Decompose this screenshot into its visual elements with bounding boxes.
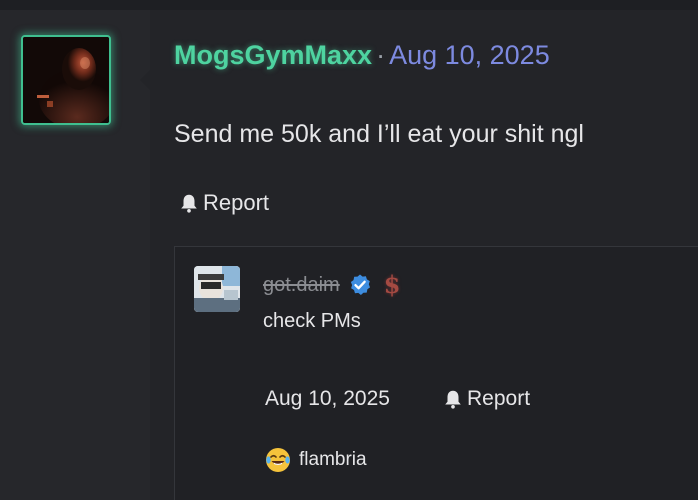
verified-badge-icon — [350, 274, 370, 295]
post-arrow — [140, 70, 150, 90]
report-button[interactable]: Report — [178, 188, 269, 218]
bell-icon — [445, 390, 461, 409]
reaction-summary[interactable]: flambria — [265, 446, 367, 474]
crying-laughing-face-icon — [266, 448, 290, 472]
post-text: Send me 50k and I’ll eat your shit ngl — [174, 120, 584, 148]
reply-report-button[interactable]: Report — [442, 384, 530, 414]
reaction-user: flambria — [299, 449, 367, 470]
separator-dot: · — [376, 40, 386, 70]
reply-container — [174, 246, 698, 500]
reply-text: check PMs — [263, 310, 361, 332]
report-label: Report — [203, 190, 270, 215]
reply-avatar-image — [194, 266, 240, 312]
reply-author-name[interactable]: got.daim — [263, 271, 340, 299]
reply-report-label: Report — [467, 387, 531, 410]
post-date[interactable]: Aug 10, 2025 — [389, 40, 550, 70]
post-header: MogsGymMaxx · Aug 10, 2025 — [174, 38, 550, 72]
thread-view: MogsGymMaxx · Aug 10, 2025 Send me 50k and… — [0, 0, 698, 500]
avatar-image — [23, 37, 109, 123]
reply-date[interactable]: Aug 10, 2025 — [265, 384, 390, 414]
bell-icon — [181, 194, 197, 213]
dollar-icon: $ — [383, 270, 401, 299]
avatar[interactable] — [21, 35, 111, 125]
reply-avatar[interactable] — [194, 266, 240, 312]
author-name[interactable]: MogsGymMaxx — [174, 40, 372, 70]
reply-header: got.daim $ — [263, 271, 400, 299]
